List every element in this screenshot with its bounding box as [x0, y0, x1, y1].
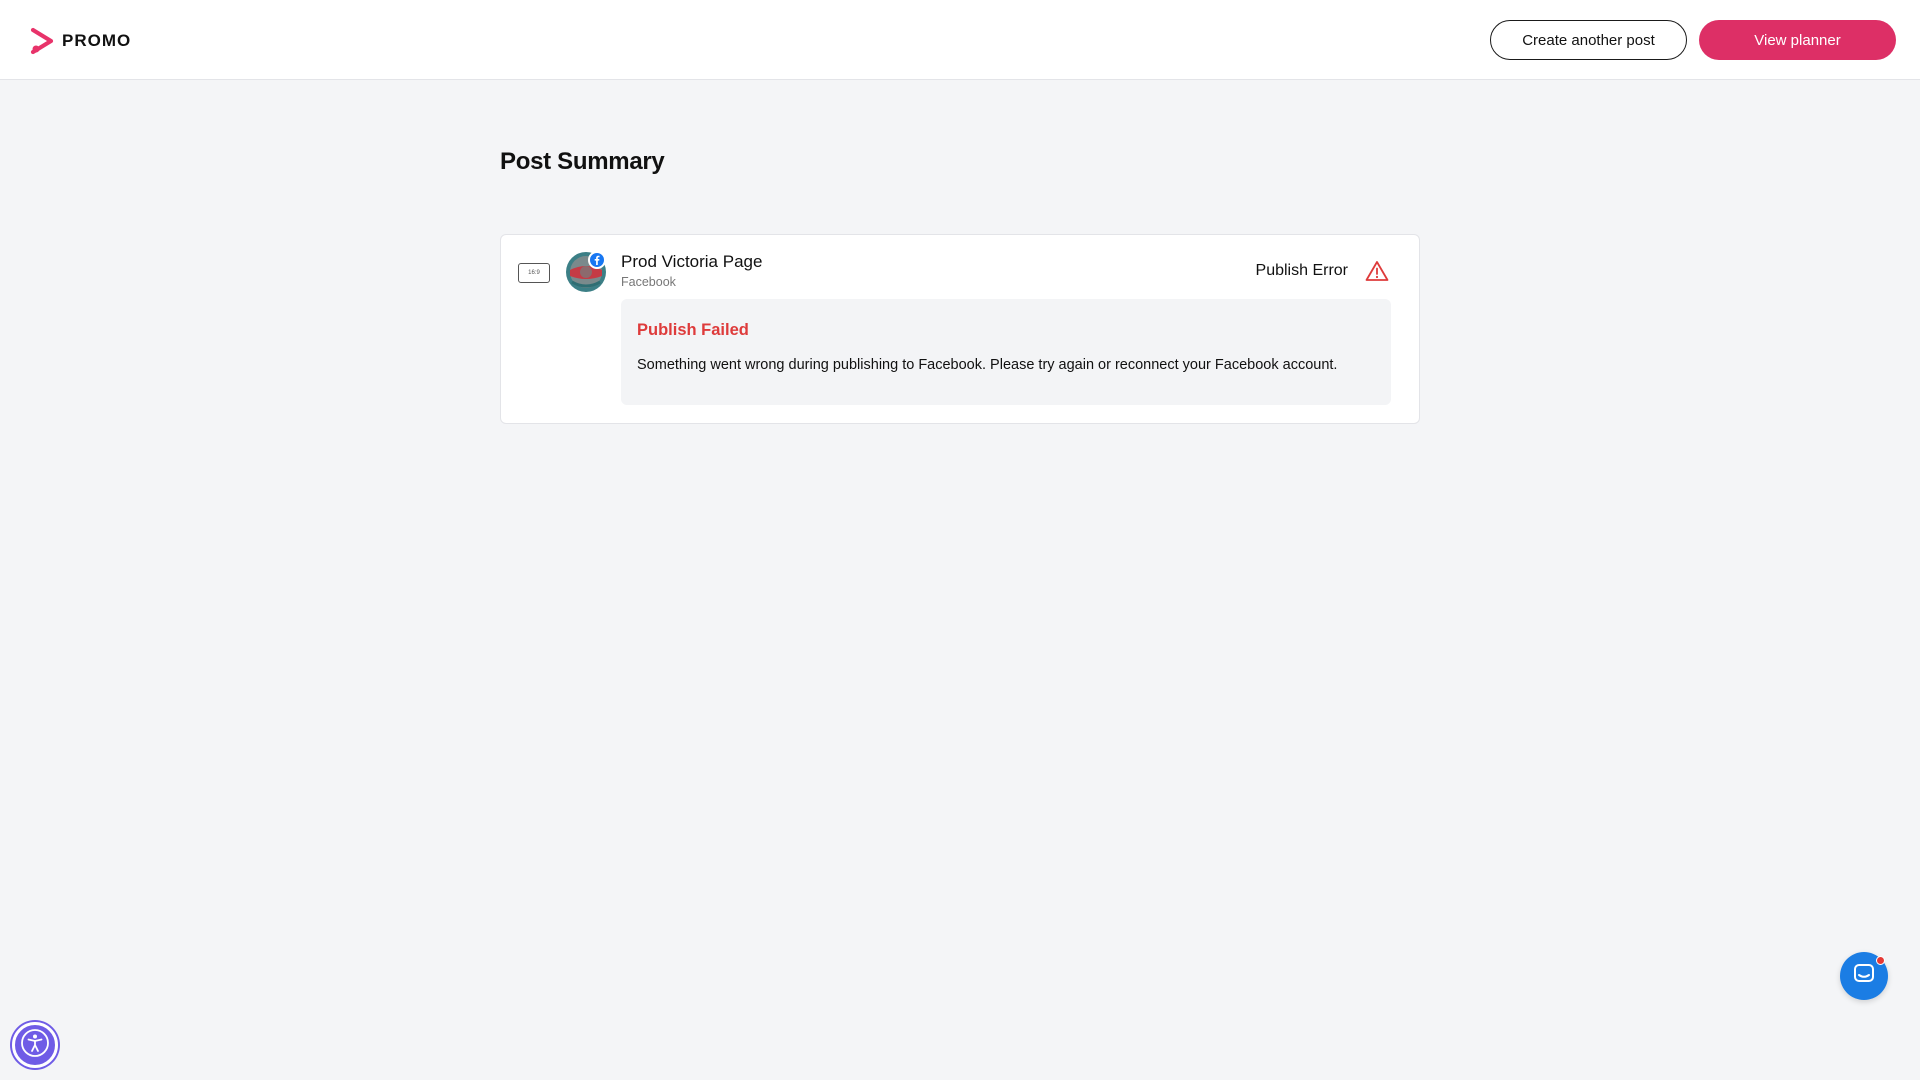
aspect-ratio-icon: 16:9	[518, 263, 550, 283]
status-badge: Publish Error	[1255, 262, 1348, 279]
facebook-badge-icon	[588, 251, 606, 269]
aspect-ratio-label: 16:9	[528, 270, 540, 276]
avatar	[566, 251, 606, 292]
accessibility-button[interactable]	[12, 1022, 58, 1068]
warning-icon	[1365, 260, 1389, 282]
promo-logo-icon	[30, 27, 54, 55]
create-another-post-button[interactable]: Create another post	[1490, 20, 1687, 60]
view-planner-button[interactable]: View planner	[1699, 20, 1896, 60]
page-name: Prod Victoria Page	[621, 252, 763, 271]
error-message: Something went wrong during publishing t…	[637, 357, 1338, 373]
logo-text: PROMO	[62, 31, 132, 50]
top-navigation-bar: PROMO Create another post View planner	[0, 0, 1920, 80]
error-title: Publish Failed	[637, 321, 749, 339]
accessibility-icon	[20, 1028, 50, 1063]
chat-icon	[1853, 963, 1875, 990]
chat-notification-dot	[1876, 956, 1885, 965]
page-network: Facebook	[621, 275, 676, 289]
error-details-box: Publish Failed Something went wrong duri…	[621, 299, 1391, 405]
chat-support-button[interactable]	[1840, 952, 1888, 1000]
promo-logo[interactable]: PROMO	[30, 26, 131, 56]
post-summary-card: 16:9 Prod Victoria Page Facebook Publish…	[500, 234, 1420, 424]
page-title: Post Summary	[500, 148, 665, 175]
